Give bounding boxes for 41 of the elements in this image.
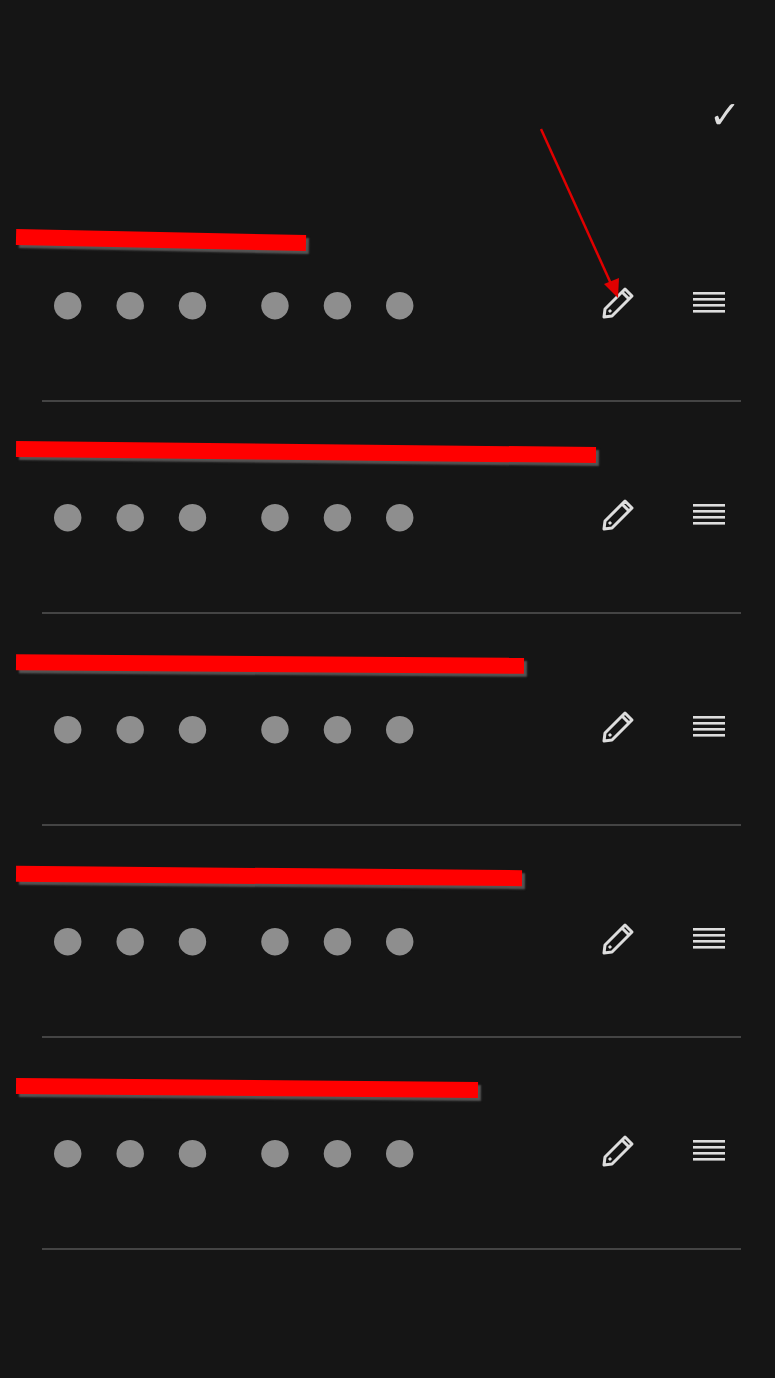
code-dot: ● <box>321 1133 354 1169</box>
drag-handle-icon[interactable] <box>693 503 725 527</box>
code-dot: ● <box>384 285 416 321</box>
code-dot: ● <box>176 285 209 321</box>
pencil-icon[interactable] <box>601 498 635 532</box>
code-dot: ● <box>259 285 291 321</box>
code-dot: ● <box>52 921 84 957</box>
code-dot: ● <box>384 497 416 533</box>
code-dot: ● <box>321 285 354 321</box>
code-dot: ● <box>52 497 84 533</box>
pencil-icon[interactable] <box>601 286 635 320</box>
drag-handle-icon[interactable] <box>693 715 725 739</box>
code-dot: ● <box>52 1133 84 1169</box>
drag-handle-icon[interactable] <box>693 1139 725 1163</box>
code-dot: ● <box>114 921 146 957</box>
code-dot: ● <box>321 709 354 745</box>
code-dot: ● <box>259 709 291 745</box>
pencil-icon[interactable] <box>601 1134 635 1168</box>
drag-handle-icon[interactable] <box>693 927 725 951</box>
code-dot: ● <box>321 921 354 957</box>
code-dot: ● <box>384 921 416 957</box>
pencil-icon[interactable] <box>601 710 635 744</box>
code-dot: ● <box>259 497 291 533</box>
code-dot: ● <box>114 497 146 533</box>
code-dot: ● <box>321 497 354 533</box>
code-dot: ● <box>176 497 209 533</box>
code-dot: ● <box>176 1133 209 1169</box>
code-dot: ● <box>384 1133 416 1169</box>
pencil-icon[interactable] <box>601 922 635 956</box>
code-dot: ● <box>114 1133 146 1169</box>
code-dot: ● <box>52 709 84 745</box>
code-dot: ● <box>52 285 84 321</box>
code-dot: ● <box>259 921 291 957</box>
code-dot: ● <box>114 709 146 745</box>
confirm-button[interactable]: ✓ <box>709 96 741 134</box>
code-dot: ● <box>176 921 209 957</box>
drag-handle-icon[interactable] <box>693 291 725 315</box>
code-dot: ● <box>384 709 416 745</box>
code-dot: ● <box>259 1133 291 1169</box>
code-dot: ● <box>176 709 209 745</box>
code-dot: ● <box>114 285 146 321</box>
